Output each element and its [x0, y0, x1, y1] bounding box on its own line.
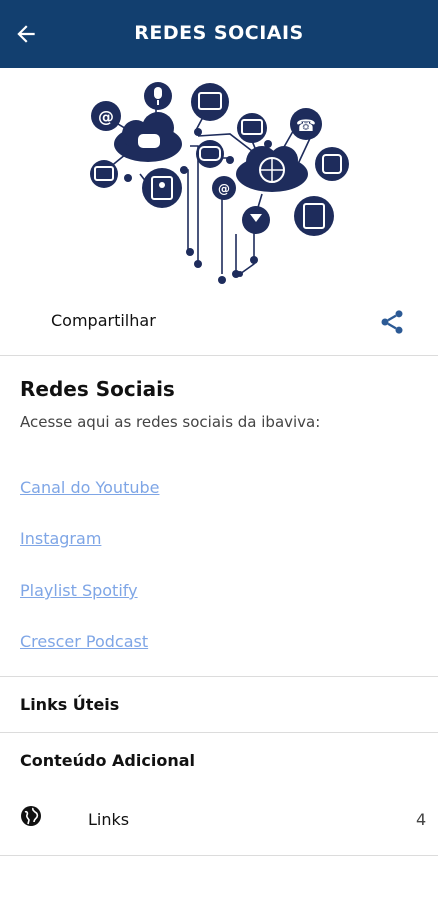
app-header: REDES SOCIAIS	[0, 0, 438, 68]
link-spotify[interactable]: Playlist Spotify	[20, 581, 138, 600]
useful-links-heading[interactable]: Links Úteis	[20, 695, 119, 714]
link-youtube[interactable]: Canal do Youtube	[20, 478, 159, 497]
links-count: 4	[416, 810, 427, 829]
links-list-item[interactable]: Links 4	[0, 795, 438, 845]
svg-text:@: @	[98, 107, 114, 126]
additional-content-heading: Conteúdo Adicional	[20, 751, 195, 770]
section-description: Acesse aqui as redes sociais da ibaviva:	[20, 413, 321, 431]
social-network-illustration: @ @ ☎	[90, 82, 349, 284]
link-instagram[interactable]: Instagram	[20, 529, 101, 548]
link-podcast[interactable]: Crescer Podcast	[20, 632, 148, 651]
svg-text:@: @	[218, 182, 230, 196]
share-row[interactable]: Compartilhar	[0, 295, 438, 355]
share-label: Compartilhar	[51, 311, 156, 330]
divider	[0, 355, 438, 356]
links-label: Links	[88, 810, 130, 829]
section-title: Redes Sociais	[20, 377, 175, 401]
divider	[0, 855, 438, 856]
share-icon[interactable]	[378, 308, 406, 336]
svg-text:☎: ☎	[296, 116, 316, 135]
page-title: REDES SOCIAIS	[134, 22, 304, 44]
divider	[0, 676, 438, 677]
globe-icon	[21, 806, 41, 826]
divider	[0, 732, 438, 733]
